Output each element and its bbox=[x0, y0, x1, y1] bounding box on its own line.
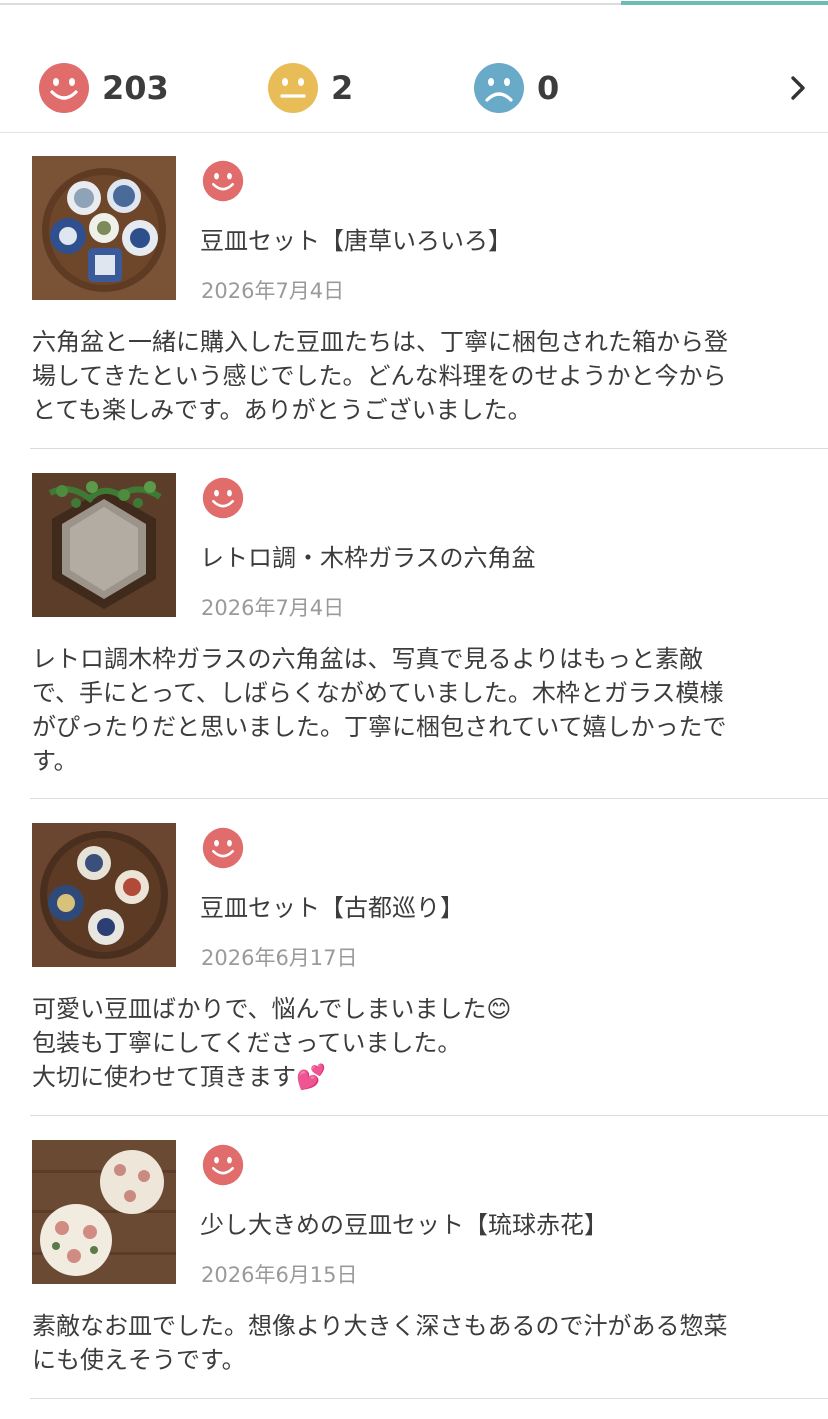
review-text-line: とても楽しみです。ありがとうございました。 bbox=[32, 396, 532, 424]
negative-rating-summary: 0 bbox=[473, 62, 559, 114]
review-text-line: にも使えそうです。 bbox=[32, 1346, 246, 1374]
review-text-line: 素敵なお皿でした。想像より大きく深さもあるので汁がある惣菜 bbox=[32, 1312, 728, 1340]
neutral-count: 2 bbox=[331, 69, 354, 107]
smile-face-icon bbox=[202, 477, 244, 519]
review-item: 豆皿セット【古都巡り】 2026年6月17日 可愛い豆皿ばかりで、悩んでしまいま… bbox=[30, 800, 828, 1116]
review-text-line: 場してきたという感じでした。どんな料理をのせようかと今から bbox=[32, 362, 727, 390]
review-text: 素敵なお皿でした。想像より大きく深さもあるので汁がある惣菜 にも使えそうです。 bbox=[32, 1309, 802, 1377]
product-thumbnail[interactable] bbox=[32, 823, 176, 967]
review-item: 少し大きめの豆皿セット【琉球赤花】 2026年6月15日 素敵なお皿でした。想像… bbox=[30, 1117, 828, 1399]
review-text-line: 六角盆と一緒に購入した豆皿たちは、丁寧に梱包された箱から登 bbox=[32, 328, 728, 356]
smile-face-icon bbox=[39, 63, 89, 113]
negative-count: 0 bbox=[537, 69, 560, 107]
review-product-title[interactable]: レトロ調・木枠ガラスの六角盆 bbox=[200, 538, 536, 573]
active-tab-indicator bbox=[621, 1, 828, 5]
positive-count: 203 bbox=[102, 69, 169, 107]
product-thumbnail[interactable] bbox=[32, 473, 176, 617]
review-text-line: がぴったりだと思いました。丁寧に梱包されていて嬉しかったで bbox=[32, 713, 727, 741]
review-item: 豆皿セット【唐草いろいろ】 2026年7月4日 六角盆と一緒に購入した豆皿たちは… bbox=[30, 133, 828, 449]
review-text: 可愛い豆皿ばかりで、悩んでしまいました😊 包装も丁寧にしてくださっていました。 … bbox=[32, 992, 802, 1094]
review-product-title[interactable]: 豆皿セット【古都巡り】 bbox=[200, 888, 464, 923]
smile-face-icon bbox=[202, 827, 244, 869]
review-text-line: 包装も丁寧にしてくださっていました。 bbox=[32, 1029, 462, 1057]
review-product-title[interactable]: 豆皿セット【唐草いろいろ】 bbox=[200, 221, 512, 256]
review-product-title[interactable]: 少し大きめの豆皿セット【琉球赤花】 bbox=[200, 1205, 608, 1240]
tab-indicator-track bbox=[0, 1, 828, 5]
review-text: レトロ調木枠ガラスの六角盆は、写真で見るよりはもっと素敵 で、手にとって、しばら… bbox=[32, 642, 802, 778]
frown-face-icon bbox=[474, 63, 524, 113]
product-thumbnail[interactable] bbox=[32, 1140, 176, 1284]
neutral-rating-summary: 2 bbox=[267, 62, 353, 114]
smile-face-icon bbox=[202, 1144, 244, 1186]
review-text-line: レトロ調木枠ガラスの六角盆は、写真で見るよりはもっと素敵 bbox=[32, 645, 704, 673]
review-text-line: す。 bbox=[32, 747, 78, 775]
review-item: レトロ調・木枠ガラスの六角盆 2026年7月4日 レトロ調木枠ガラスの六角盆は、… bbox=[30, 450, 828, 799]
review-text-line: で、手にとって、しばらくながめていました。木枠とガラス模様 bbox=[32, 679, 724, 707]
review-date: 2026年7月4日 bbox=[201, 279, 345, 303]
review-date: 2026年6月15日 bbox=[201, 1263, 358, 1287]
rating-summary[interactable]: 203 2 0 bbox=[0, 56, 828, 133]
neutral-face-icon bbox=[268, 63, 318, 113]
chevron-right-icon[interactable] bbox=[786, 72, 810, 104]
review-text-line: 可愛い豆皿ばかりで、悩んでしまいました😊 bbox=[32, 995, 512, 1023]
review-date: 2026年6月17日 bbox=[201, 946, 358, 970]
review-date: 2026年7月4日 bbox=[201, 596, 345, 620]
product-thumbnail[interactable] bbox=[32, 156, 176, 300]
positive-rating-summary: 203 bbox=[38, 62, 169, 114]
review-text: 六角盆と一緒に購入した豆皿たちは、丁寧に梱包された箱から登 場してきたという感じ… bbox=[32, 325, 802, 427]
review-text-line: 大切に使わせて頂きます💕 bbox=[32, 1063, 326, 1091]
smile-face-icon bbox=[202, 160, 244, 202]
